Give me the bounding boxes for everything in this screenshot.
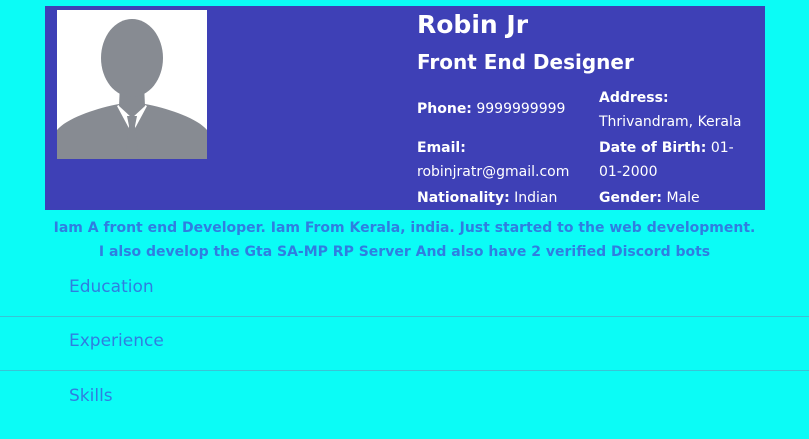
dob-label: Date of Birth: (599, 140, 707, 156)
profile-title: Front End Designer (417, 50, 634, 74)
profile-name: Robin Jr (417, 10, 529, 39)
profile-header: Robin Jr Front End Designer Phone: 99999… (45, 6, 765, 210)
gender-value: Male (666, 190, 700, 206)
section-experience[interactable]: Experience (0, 317, 809, 371)
phone-field: Phone: 9999999999 (417, 97, 587, 121)
section-experience-label: Experience (69, 331, 164, 351)
person-silhouette-icon (57, 10, 207, 159)
section-education[interactable]: Education (0, 263, 809, 317)
email-label: Email: (417, 140, 466, 156)
section-skills[interactable]: Skills (0, 372, 809, 426)
section-skills-label: Skills (69, 386, 113, 406)
dob-field: Date of Birth: 01-01-2000 (599, 136, 749, 184)
gender-field: Gender: Male (599, 186, 755, 210)
address-value: Thrivandram, Kerala (599, 114, 742, 130)
nationality-field: Nationality: Indian (417, 186, 587, 210)
phone-label: Phone: (417, 101, 472, 117)
profile-avatar (57, 10, 207, 159)
address-label: Address: (599, 90, 669, 106)
email-value: robinjratr@gmail.com (417, 164, 570, 180)
phone-value: 9999999999 (476, 101, 566, 117)
nationality-label: Nationality: (417, 190, 510, 206)
section-education-label: Education (69, 277, 154, 297)
bio-text: Iam A front end Developer. Iam From Kera… (0, 216, 809, 264)
bio-line-2: I also develop the Gta SA-MP RP Server A… (98, 244, 711, 260)
nationality-value: Indian (514, 190, 558, 206)
address-field: Address: Thrivandram, Kerala (599, 86, 755, 134)
resume-page: Robin Jr Front End Designer Phone: 99999… (0, 0, 809, 439)
gender-label: Gender: (599, 190, 662, 206)
bio-line-1: Iam A front end Developer. Iam From Kera… (53, 220, 756, 236)
email-field: Email: robinjratr@gmail.com (417, 136, 587, 184)
